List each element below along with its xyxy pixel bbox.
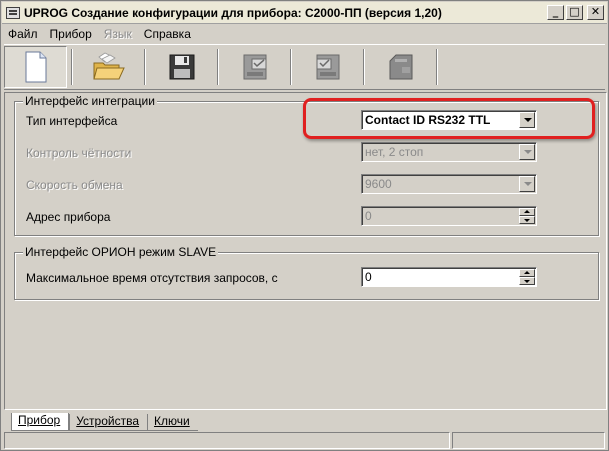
parity-dropdown-button[interactable] — [519, 144, 535, 160]
chevron-down-icon — [524, 150, 532, 154]
tab-device[interactable]: Прибор — [11, 413, 70, 431]
device-address-spinner[interactable]: 0 — [361, 206, 537, 226]
window-controls: _ □ ✕ — [547, 5, 604, 20]
baud-rate-select[interactable]: 9600 — [361, 174, 537, 194]
baud-rate-dropdown-button[interactable] — [519, 176, 535, 192]
spin-up-button[interactable] — [519, 269, 535, 277]
toolbar-separator — [363, 49, 365, 85]
spin-down-button[interactable] — [519, 277, 535, 285]
spin-up-button[interactable] — [519, 208, 535, 216]
toolbar-separator — [217, 49, 219, 85]
menu-device[interactable]: Прибор — [44, 27, 98, 41]
device-address-label: Адрес прибора — [26, 210, 111, 224]
save-button[interactable] — [150, 46, 213, 88]
toolbar-separator — [71, 49, 73, 85]
write-device-button[interactable] — [296, 46, 359, 88]
baud-rate-value: 9600 — [365, 177, 392, 191]
arrow-up-icon — [524, 271, 530, 274]
interface-type-label: Тип интерфейса — [26, 114, 118, 128]
window-title: UPROG Создание конфигурации для прибора:… — [24, 5, 442, 20]
tab-bar: Прибор Устройства Ключи — [11, 413, 198, 431]
integration-group-legend: Интерфейс интеграции — [23, 94, 157, 108]
status-bar — [4, 432, 605, 449]
device-address-value: 0 — [365, 209, 372, 223]
red-highlight-annotation — [303, 98, 595, 139]
device-icon — [389, 54, 412, 80]
read-from-device-icon — [243, 54, 266, 80]
tab-keys[interactable]: Ключи — [147, 414, 198, 431]
minimize-button[interactable]: _ — [547, 5, 564, 20]
arrow-up-icon — [524, 210, 530, 213]
max-time-label: Максимальное время отсутствия запросов, … — [26, 271, 278, 285]
maximize-button[interactable]: □ — [566, 5, 583, 20]
status-panel-main — [4, 432, 450, 449]
menu-bar: Файл Прибор Язык Справка — [2, 25, 607, 43]
write-to-device-icon — [316, 54, 339, 80]
tab-devices[interactable]: Устройства — [69, 414, 148, 431]
parity-select[interactable]: нет, 2 стоп — [361, 142, 537, 162]
device-button[interactable] — [369, 46, 432, 88]
parity-value: нет, 2 стоп — [365, 145, 424, 159]
max-time-spinner[interactable]: 0 — [361, 267, 537, 287]
app-icon — [6, 6, 20, 19]
toolbar-separator — [290, 49, 292, 85]
app-window: UPROG Создание конфигурации для прибора:… — [0, 0, 609, 451]
baud-rate-label: Скорость обмена — [26, 178, 123, 192]
toolbar — [4, 44, 605, 90]
toolbar-separator — [436, 49, 438, 85]
parity-label: Контроль чётности — [26, 146, 132, 160]
device-address-spin-buttons — [519, 208, 535, 224]
max-time-value: 0 — [365, 270, 372, 284]
arrow-down-icon — [524, 219, 530, 222]
open-folder-icon — [92, 52, 125, 80]
chevron-down-icon — [524, 182, 532, 186]
status-panel-secondary — [451, 432, 605, 449]
menu-file[interactable]: Файл — [2, 27, 44, 41]
max-time-spin-buttons — [519, 269, 535, 285]
menu-help[interactable]: Справка — [138, 27, 197, 41]
open-button[interactable] — [77, 46, 140, 88]
new-document-icon — [25, 51, 46, 83]
toolbar-separator — [144, 49, 146, 85]
arrow-down-icon — [524, 280, 530, 283]
menu-language[interactable]: Язык — [98, 27, 138, 41]
close-button[interactable]: ✕ — [587, 5, 604, 20]
spin-down-button[interactable] — [519, 216, 535, 224]
save-disk-icon — [169, 54, 194, 80]
orion-group-legend: Интерфейс ОРИОН режим SLAVE — [23, 245, 219, 259]
new-button[interactable] — [4, 46, 67, 88]
read-device-button[interactable] — [223, 46, 286, 88]
title-bar[interactable]: UPROG Создание конфигурации для прибора:… — [2, 2, 607, 24]
